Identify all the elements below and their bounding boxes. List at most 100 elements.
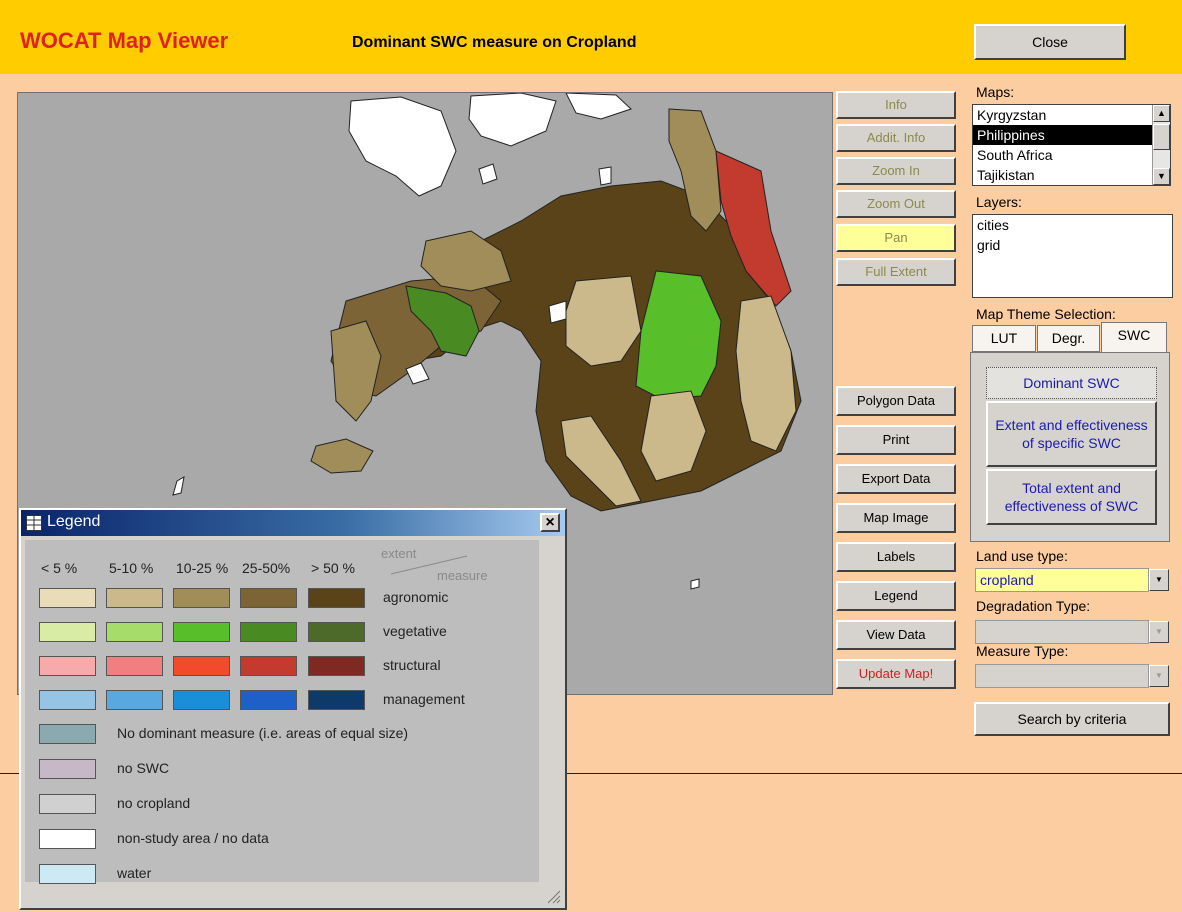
maps-item-philippines[interactable]: Philippines: [973, 125, 1170, 145]
legend-swatch: [39, 794, 96, 814]
degradation-type-label: Degradation Type:: [976, 598, 1091, 614]
legend-single-label: non-study area / no data: [117, 830, 269, 846]
map-region-north-white-2: [468, 93, 557, 147]
land-use-label: Land use type:: [976, 548, 1068, 564]
legend-swatch: [39, 690, 96, 710]
layers-label: Layers:: [976, 194, 1022, 210]
update-map-button[interactable]: Update Map!: [836, 659, 956, 689]
legend-swatch: [240, 622, 297, 642]
total-extent-swc-button[interactable]: Total extent and effectiveness of SWC: [986, 469, 1157, 525]
legend-titlebar[interactable]: Legend ×: [21, 510, 565, 536]
map-region-north-white-1: [348, 96, 457, 197]
export-data-button[interactable]: Export Data: [836, 464, 956, 494]
legend-button[interactable]: Legend: [836, 581, 956, 611]
legend-swatch: [106, 656, 163, 676]
zoom-in-button[interactable]: Zoom In: [836, 157, 956, 185]
tab-lut[interactable]: LUT: [972, 325, 1036, 352]
legend-swatch: [240, 588, 297, 608]
legend-swatch: [39, 588, 96, 608]
legend-col-1: < 5 %: [41, 560, 78, 576]
map-region-small-island-4: [172, 476, 185, 496]
maps-item-tajikistan[interactable]: Tajikistan: [973, 165, 1170, 185]
legend-swatch: [173, 690, 230, 710]
map-theme-label: Map Theme Selection:: [976, 306, 1116, 322]
legend-window[interactable]: Legend × < 5 % 5-10 % 10-25 % 25-50% > 5…: [19, 508, 567, 910]
chevron-down-icon[interactable]: ▼: [1149, 621, 1169, 643]
legend-swatch: [39, 759, 96, 779]
legend-swatch: [106, 588, 163, 608]
degradation-type-select[interactable]: [975, 620, 1149, 644]
chevron-down-icon[interactable]: ▼: [1149, 569, 1169, 591]
legend-swatch: [106, 622, 163, 642]
layers-item-cities[interactable]: cities: [973, 215, 1172, 235]
legend-col-2: 5-10 %: [109, 560, 154, 576]
scroll-down-arrow-icon[interactable]: ▼: [1153, 168, 1170, 185]
close-button[interactable]: Close: [974, 24, 1126, 60]
legend-swatch: [173, 656, 230, 676]
print-button[interactable]: Print: [836, 425, 956, 455]
view-data-button[interactable]: View Data: [836, 620, 956, 650]
tab-swc[interactable]: SWC: [1101, 322, 1167, 353]
map-region-north-white-3: [565, 93, 632, 120]
legend-row-label: agronomic: [383, 589, 449, 605]
maps-listbox[interactable]: Kyrgyzstan Philippines South Africa Taji…: [972, 104, 1171, 186]
legend-swatch: [173, 622, 230, 642]
legend-swatch: [39, 829, 96, 849]
map-image-button[interactable]: Map Image: [836, 503, 956, 533]
dominant-swc-button[interactable]: Dominant SWC: [986, 367, 1157, 399]
scroll-thumb[interactable]: [1153, 124, 1170, 150]
measure-type-label: Measure Type:: [976, 643, 1069, 659]
extent-specific-swc-button[interactable]: Extent and effectiveness of specific SWC: [986, 401, 1157, 467]
maps-item-kyrgyzstan[interactable]: Kyrgyzstan: [973, 105, 1170, 125]
land-use-select[interactable]: cropland: [975, 568, 1149, 592]
full-extent-button[interactable]: Full Extent: [836, 258, 956, 286]
polygon-data-button[interactable]: Polygon Data: [836, 386, 956, 416]
legend-swatch: [39, 656, 96, 676]
legend-swatch: [240, 690, 297, 710]
legend-single-label: No dominant measure (i.e. areas of equal…: [117, 725, 409, 741]
legend-body: < 5 % 5-10 % 10-25 % 25-50% > 50 % exten…: [25, 540, 539, 884]
info-button[interactable]: Info: [836, 91, 956, 119]
measure-type-select[interactable]: [975, 664, 1149, 688]
legend-swatch: [39, 724, 96, 744]
zoom-out-button[interactable]: Zoom Out: [836, 190, 956, 218]
legend-col-4: 25-50%: [242, 560, 291, 576]
legend-title: Legend: [47, 513, 101, 530]
close-icon[interactable]: ×: [540, 513, 560, 532]
legend-row-label: structural: [383, 657, 441, 673]
theme-panel: Dominant SWC Extent and effectiveness of…: [970, 352, 1170, 542]
tab-degr[interactable]: Degr.: [1037, 325, 1100, 352]
legend-col-3: 10-25 %: [176, 560, 229, 576]
pan-button[interactable]: Pan: [836, 224, 956, 252]
app-title: WOCAT Map Viewer: [20, 28, 229, 53]
maps-item-south-africa[interactable]: South Africa: [973, 145, 1170, 165]
search-by-criteria-button[interactable]: Search by criteria: [974, 702, 1170, 736]
legend-window-icon: [26, 515, 42, 531]
legend-swatch: [308, 588, 365, 608]
addit-info-button[interactable]: Addit. Info: [836, 124, 956, 152]
map-region-small-island-1: [310, 438, 374, 474]
layers-listbox[interactable]: cities grid: [972, 214, 1173, 298]
chevron-down-icon[interactable]: ▼: [1149, 665, 1169, 687]
legend-single-label: no cropland: [117, 795, 191, 811]
resize-grip-icon[interactable]: [545, 888, 561, 904]
map-region-small-island-5: [690, 578, 700, 590]
labels-button[interactable]: Labels: [836, 542, 956, 572]
scroll-up-arrow-icon[interactable]: ▲: [1153, 105, 1170, 122]
legend-measure-label: measure: [437, 568, 488, 583]
maps-scrollbar[interactable]: ▲ ▼: [1152, 105, 1170, 185]
maps-label: Maps:: [976, 84, 1015, 100]
legend-swatch: [308, 690, 365, 710]
legend-single-label: water: [117, 865, 152, 881]
map-region-small-white-4: [478, 163, 498, 185]
legend-swatch: [39, 622, 96, 642]
legend-single-label: no SWC: [117, 760, 170, 776]
map-region-small-white-5: [598, 166, 612, 186]
legend-row-label: management: [383, 691, 465, 707]
map-title: Dominant SWC measure on Cropland: [352, 34, 637, 51]
layers-item-grid[interactable]: grid: [973, 235, 1172, 255]
legend-swatch: [173, 588, 230, 608]
legend-swatch: [39, 864, 96, 884]
legend-row-label: vegetative: [383, 623, 447, 639]
legend-swatch: [308, 622, 365, 642]
